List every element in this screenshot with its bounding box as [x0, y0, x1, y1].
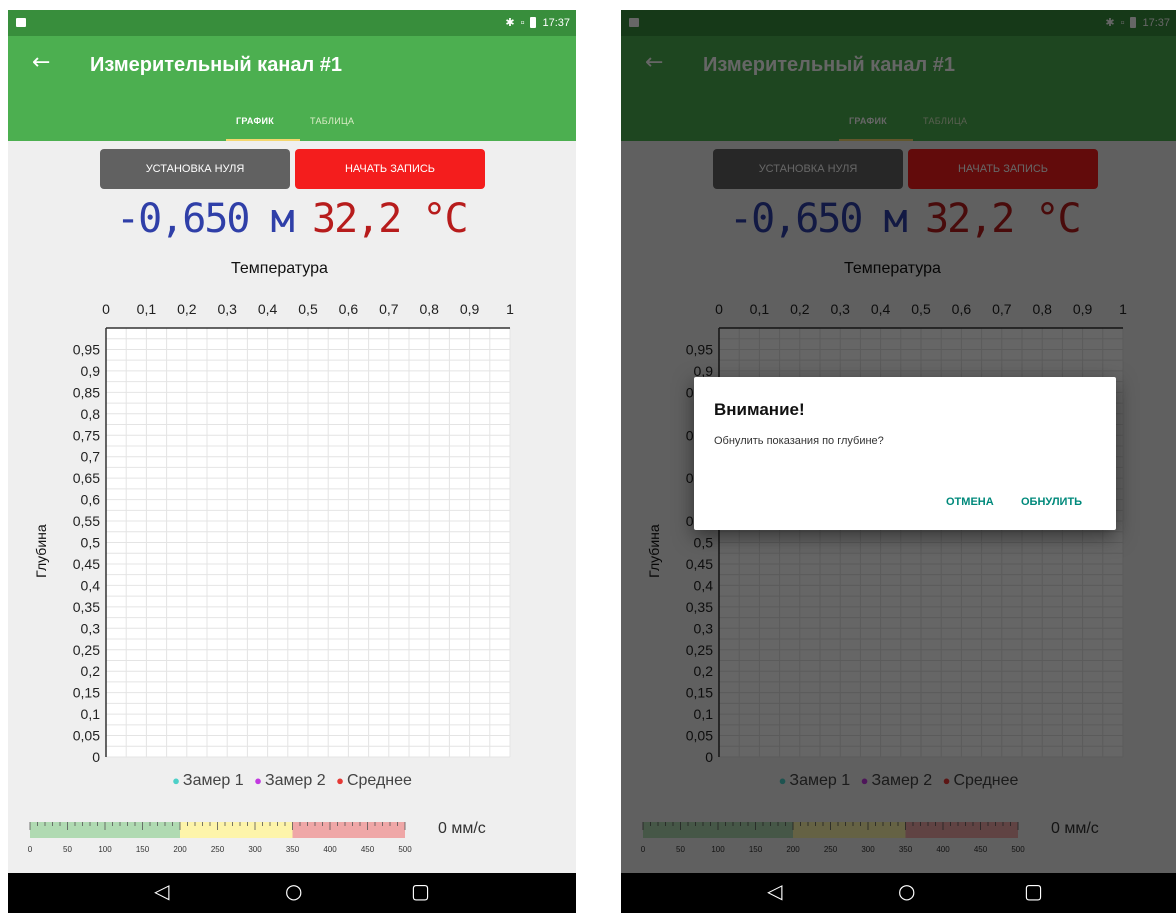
legend-item: ●Среднее: [336, 772, 412, 789]
x-tick-label: 0,4: [258, 301, 278, 317]
speed-tick-label: 0: [28, 845, 33, 854]
back-triangle-icon[interactable]: ◁: [154, 879, 169, 903]
y-tick-label: 0,75: [73, 427, 100, 443]
legend-label: Замер 1: [182, 772, 244, 789]
speed-tick-label: 150: [136, 845, 150, 854]
x-tick-label: 0,8: [419, 301, 439, 317]
speed-tick-label: 50: [63, 845, 72, 854]
speed-tick-label: 200: [173, 845, 187, 854]
x-axis-title: Температура: [231, 260, 328, 277]
recents-square-icon[interactable]: ▢: [1024, 879, 1043, 903]
dialog-title: Внимание!: [714, 400, 805, 419]
x-tick-label: 0,9: [460, 301, 480, 317]
depth-reading: -0,650 м: [116, 196, 295, 242]
y-tick-label: 0,6: [81, 492, 101, 508]
tab-indicator: [226, 139, 300, 141]
speed-zone: [292, 822, 405, 838]
legend-dot-icon: ●: [172, 773, 180, 788]
notification-icon: [16, 18, 26, 27]
tab-bar: ГРАФИК ТАБЛИЦА: [8, 108, 576, 141]
x-tick-label: 0,7: [379, 301, 399, 317]
y-tick-label: 0,15: [73, 685, 100, 701]
status-bar: ✱ ▫ 17:37: [8, 10, 576, 36]
x-tick-label: 0,1: [137, 301, 157, 317]
temperature-reading: 32,2 °C: [312, 196, 469, 242]
y-tick-label: 0,55: [73, 513, 100, 529]
battery-icon: [530, 17, 537, 28]
speed-zone: [180, 822, 293, 838]
x-tick-label: 0: [102, 301, 110, 317]
y-tick-label: 0,65: [73, 470, 100, 486]
x-tick-label: 0,5: [298, 301, 318, 317]
page-title: Измерительный канал #1: [90, 54, 343, 76]
chart-legend: ●Замер 1 ●Замер 2 ●Среднее: [8, 772, 576, 790]
y-tick-label: 0,05: [73, 728, 100, 744]
system-nav-bar: ◁ ○ ▢: [621, 873, 1176, 913]
speed-tick-label: 250: [211, 845, 225, 854]
speed-tick-label: 500: [398, 845, 412, 854]
y-tick-label: 0,35: [73, 599, 100, 615]
speed-tick-label: 100: [98, 845, 112, 854]
legend-label: Замер 2: [264, 772, 326, 789]
y-tick-label: 0,3: [81, 620, 101, 636]
y-tick-label: 0,25: [73, 642, 100, 658]
legend-label: Среднее: [346, 772, 412, 789]
legend-dot-icon: ●: [336, 773, 344, 788]
zero-button[interactable]: УСТАНОВКА НУЛЯ: [100, 149, 290, 189]
dialog-message: Обнулить показания по глубине?: [714, 435, 884, 447]
clock: 17:37: [542, 16, 570, 29]
y-tick-label: 0,4: [81, 577, 101, 593]
x-tick-label: 0,3: [217, 301, 237, 317]
app-toolbar: ← Измерительный канал #1 ГРАФИК ТАБЛИЦА: [8, 36, 576, 141]
y-tick-label: 0,5: [81, 535, 101, 551]
home-circle-icon[interactable]: ○: [285, 879, 302, 903]
speed-value: 0 мм/с: [438, 820, 486, 837]
tab-graph[interactable]: ГРАФИК: [236, 116, 274, 126]
legend-dot-icon: ●: [254, 773, 262, 788]
y-tick-label: 0,85: [73, 384, 100, 400]
back-triangle-icon[interactable]: ◁: [767, 879, 782, 903]
bluetooth-icon: ✱: [505, 17, 515, 29]
tab-table[interactable]: ТАБЛИЦА: [310, 116, 354, 126]
y-tick-label: 0,2: [81, 663, 101, 679]
y-tick-label: 0,9: [81, 363, 101, 379]
y-tick-label: 0,8: [81, 406, 101, 422]
legend-item: ●Замер 2: [254, 772, 326, 789]
y-axis-title: Глубина: [33, 524, 49, 578]
recents-square-icon[interactable]: ▢: [411, 879, 430, 903]
confirm-reset-button[interactable]: ОБНУЛИТЬ: [1021, 496, 1082, 508]
home-circle-icon[interactable]: ○: [898, 879, 915, 903]
speed-tick-label: 350: [286, 845, 300, 854]
legend-item: ●Замер 1: [172, 772, 244, 789]
depth-temperature-chart: 0 0,1 0,2 0,3 0,4 0,5 0,6 0,7 0,8 0,9 1 0,95 0,9 0,85…: [33, 301, 514, 765]
speed-gauge: 0 50 100 150 200 250 300 350 400 450 500: [28, 822, 412, 854]
screen-dialog: ✱ ▫ 17:37 ← Измерительный канал #1 ГРАФИ…: [621, 10, 1176, 913]
speed-tick-label: 450: [361, 845, 375, 854]
y-tick-label: 0,45: [73, 556, 100, 572]
system-nav-bar: ◁ ○ ▢: [8, 873, 576, 913]
no-sim-icon: ▫: [520, 16, 525, 29]
confirm-dialog: Внимание! Обнулить показания по глубине?…: [694, 377, 1116, 530]
y-tick-label: 0: [92, 749, 100, 765]
arrow-back-icon[interactable]: ←: [32, 50, 50, 75]
x-tick-label: 0,6: [339, 301, 359, 317]
cancel-button[interactable]: ОТМЕНА: [946, 496, 994, 508]
screen-main: ✱ ▫ 17:37 ← Измерительный канал #1 ГРАФИ…: [8, 10, 576, 913]
y-tick-label: 0,95: [73, 341, 100, 357]
record-button[interactable]: НАЧАТЬ ЗАПИСЬ: [295, 149, 485, 189]
y-tick-label: 0,7: [81, 449, 101, 465]
speed-tick-label: 400: [323, 845, 337, 854]
speed-tick-label: 300: [248, 845, 262, 854]
y-tick-label: 0,1: [81, 706, 101, 722]
x-tick-label: 1: [506, 301, 514, 317]
x-tick-label: 0,2: [177, 301, 197, 317]
